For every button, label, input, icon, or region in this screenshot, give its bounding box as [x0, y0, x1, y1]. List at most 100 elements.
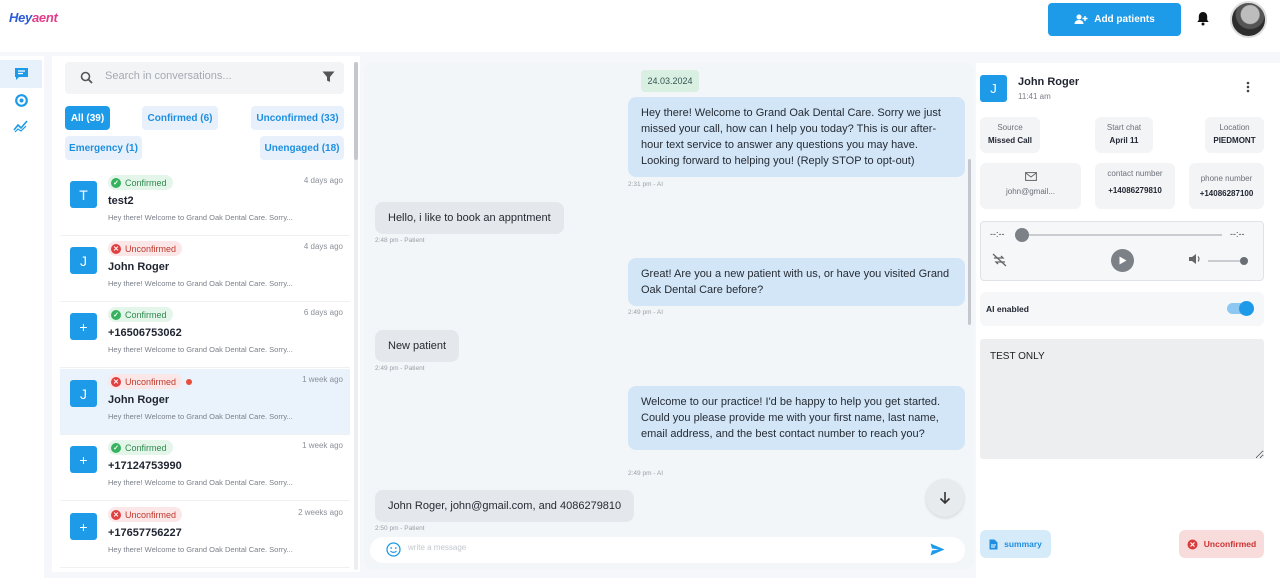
player-current-time: --:--	[990, 229, 1005, 239]
bell-icon[interactable]	[1196, 11, 1210, 29]
scrollbar-thumb[interactable]	[968, 159, 971, 325]
add-patients-button[interactable]: Add patients	[1048, 3, 1181, 36]
start-chat-card: Start chat April 11	[1095, 117, 1153, 153]
status-badge: ✓ Confirmed	[108, 175, 173, 190]
left-nav	[0, 56, 44, 578]
conversation-avatar: J	[70, 247, 97, 274]
conversation-time: 1 week ago	[302, 375, 343, 384]
phone-number-card: phone number +14086287100	[1189, 163, 1264, 209]
analytics-icon	[13, 120, 28, 133]
nav-analytics[interactable]	[0, 112, 42, 140]
ai-message: Hey there! Welcome to Grand Oak Dental C…	[628, 97, 965, 177]
conversation-item[interactable]: T ✓ Confirmed 4 days ago test2 Hey there!…	[60, 170, 350, 236]
play-button[interactable]	[1111, 249, 1134, 272]
message-meta: 2:49 pm - AI	[628, 470, 664, 477]
ai-message: Welcome to our practice! I'd be happy to…	[628, 386, 965, 450]
filter-chip-confirmed[interactable]: Confirmed (6)	[142, 106, 218, 130]
conversation-avatar: J	[70, 380, 97, 407]
volume-icon[interactable]	[1188, 253, 1202, 265]
search-icon	[80, 71, 93, 84]
scroll-down-button[interactable]	[926, 479, 964, 517]
x-icon: ✕	[111, 509, 121, 520]
conversation-item-selected[interactable]: J ✕ Unconfirmed 1 week ago John Roger Hey…	[60, 369, 350, 435]
date-separator: 24.03.2024	[641, 70, 699, 92]
filter-chip-unengaged[interactable]: Unengaged (18)	[260, 136, 344, 160]
message-meta: 2:49 pm - AI	[628, 309, 664, 316]
summary-button[interactable]: summary	[980, 530, 1051, 558]
start-chat-value: April 11	[1109, 136, 1139, 145]
emoji-icon[interactable]	[386, 542, 401, 557]
status-badge: ✕ Unconfirmed	[108, 241, 183, 256]
top-bar: Heyaent Add patients	[0, 0, 1280, 52]
notes-field[interactable]: TEST ONLY	[980, 339, 1264, 459]
unconfirmed-status-button[interactable]: Unconfirmed	[1179, 530, 1264, 558]
repeat-off-icon[interactable]	[992, 253, 1007, 267]
chat-scrollbar[interactable]	[968, 67, 972, 533]
message-input[interactable]	[408, 543, 908, 552]
conversation-avatar: T	[70, 181, 97, 208]
mail-icon	[1024, 172, 1037, 181]
conversation-name: +17657756227	[108, 527, 182, 539]
location-card: Location PIEDMONT	[1205, 117, 1264, 153]
nav-chat[interactable]	[0, 60, 42, 88]
source-label: Source	[997, 123, 1023, 132]
patient-detail-panel: J John Roger 11:41 am Source Missed Call…	[976, 63, 1280, 578]
player-duration: --:--	[1230, 229, 1245, 239]
patient-message: John Roger, john@gmail.com, and 40862798…	[375, 490, 635, 522]
conversation-name: John Roger	[108, 394, 170, 406]
message-meta: 2:31 pm - AI	[628, 181, 664, 188]
conversation-time: 2 weeks ago	[298, 508, 343, 517]
status-label: Unconfirmed	[125, 509, 177, 520]
conversation-preview: Hey there! Welcome to Grand Oak Dental C…	[108, 213, 293, 222]
x-circle-icon	[1187, 539, 1198, 549]
status-label: Unconfirmed	[125, 243, 177, 254]
start-chat-label: Start chat	[1106, 123, 1142, 132]
conversation-scrollbar[interactable]	[354, 62, 358, 570]
filter-chip-all[interactable]: All (39)	[65, 106, 110, 130]
x-icon: ✕	[111, 376, 121, 387]
scrollbar-thumb[interactable]	[354, 62, 358, 160]
email-card[interactable]: john@gmail...	[980, 163, 1081, 209]
message-composer	[370, 537, 965, 563]
player-progress-track[interactable]	[1024, 234, 1222, 236]
conversation-preview: Hey there! Welcome to Grand Oak Dental C…	[108, 345, 293, 354]
play-icon	[1119, 256, 1126, 265]
app-logo[interactable]: Heyaent	[9, 10, 58, 25]
conversation-preview: Hey there! Welcome to Grand Oak Dental C…	[108, 545, 293, 554]
conversation-time: 1 week ago	[302, 441, 343, 450]
check-icon: ✓	[111, 442, 121, 453]
logo-accent: aent	[31, 10, 58, 25]
status-label: Confirmed	[125, 309, 167, 320]
search-input[interactable]	[105, 70, 305, 82]
status-badge: ✕ Unconfirmed	[108, 374, 183, 389]
volume-knob[interactable]	[1240, 257, 1248, 265]
source-value: Missed Call	[987, 136, 1032, 145]
ai-enabled-row: AI enabled	[980, 292, 1264, 326]
nav-settings[interactable]	[0, 86, 42, 114]
document-icon	[989, 539, 998, 549]
conversation-preview: Hey there! Welcome to Grand Oak Dental C…	[108, 412, 293, 421]
filter-icon[interactable]	[322, 71, 335, 83]
send-icon[interactable]	[930, 543, 945, 556]
filter-chip-unconfirmed[interactable]: Unconfirmed (33)	[251, 106, 344, 130]
more-options-icon[interactable]	[1246, 81, 1250, 93]
status-badge: ✓ Confirmed	[108, 307, 173, 322]
conversation-time: 4 days ago	[303, 242, 343, 251]
unread-dot	[186, 379, 192, 385]
conversation-item[interactable]: + ✓ Confirmed 1 week ago +17124753990 Hey…	[60, 435, 350, 501]
player-progress-knob[interactable]	[1015, 228, 1029, 242]
status-label: Confirmed	[125, 442, 167, 453]
status-label: Unconfirmed	[125, 376, 177, 387]
filter-chip-emergency[interactable]: Emergency (1)	[65, 136, 142, 160]
conversation-item[interactable]: J ✕ Unconfirmed 4 days ago John Roger Hey…	[60, 236, 350, 302]
ai-enabled-label: AI enabled	[986, 304, 1029, 314]
summary-label: summary	[1004, 539, 1042, 549]
user-avatar[interactable]	[1230, 1, 1267, 38]
status-label: Confirmed	[125, 177, 167, 188]
conversation-item[interactable]: + ✓ Confirmed 6 days ago +16506753062 Hey…	[60, 302, 350, 368]
conversation-preview: Hey there! Welcome to Grand Oak Dental C…	[108, 279, 293, 288]
conversation-name: +17124753990	[108, 460, 182, 472]
unconfirmed-label: Unconfirmed	[1203, 539, 1257, 549]
ai-enabled-toggle[interactable]	[1227, 301, 1254, 316]
conversation-item[interactable]: + ✕ Unconfirmed 2 weeks ago +17657756227 …	[60, 502, 350, 568]
